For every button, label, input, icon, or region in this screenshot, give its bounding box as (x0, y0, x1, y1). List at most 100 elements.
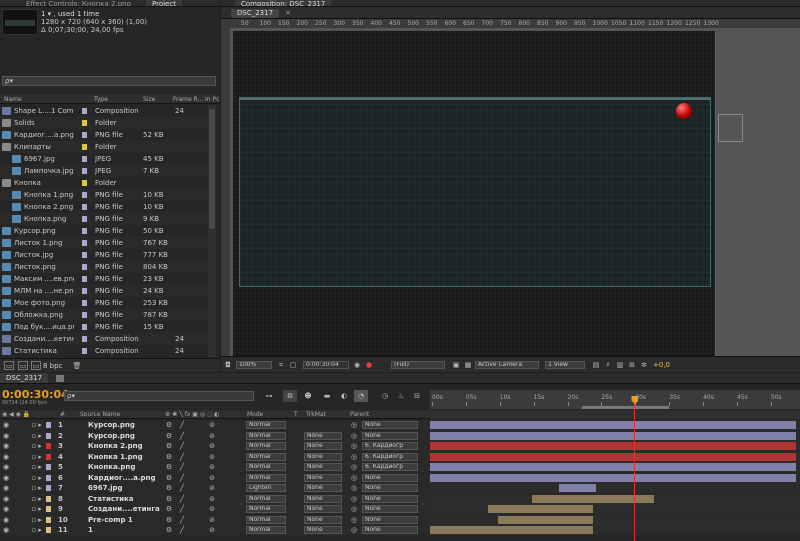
label-color-swatch[interactable] (82, 216, 87, 222)
layer-duration-bar[interactable] (430, 452, 796, 461)
camera-dropdown[interactable]: Active Camera (475, 361, 539, 369)
project-item[interactable]: Мое фото.png PNG file 253 KB (0, 297, 208, 309)
blend-mode-dropdown[interactable]: Normal (246, 442, 286, 450)
live-update-icon[interactable]: ♨ (394, 390, 408, 402)
layer-label-color[interactable] (46, 474, 51, 481)
trkmat-dropdown[interactable]: None (304, 431, 342, 440)
parent-dropdown[interactable]: None (362, 421, 418, 429)
bit-depth-button[interactable]: 8 bpc (43, 362, 62, 370)
shy-switch-icon[interactable]: ⚙ (165, 474, 173, 482)
trkmat-dropdown[interactable]: None (304, 515, 342, 524)
label-color-swatch[interactable] (82, 348, 87, 354)
layer-row[interactable]: ◉ ▫ ▸ 1 Курсор.png ⚙ ╱ ⊘ Normal ◎ None (0, 420, 800, 430)
parent-dropdown[interactable]: None (362, 526, 418, 534)
label-color-swatch[interactable] (82, 144, 87, 150)
trkmat-dropdown[interactable]: None (304, 484, 342, 492)
work-area-bar[interactable] (582, 406, 669, 409)
pickwhip-icon[interactable]: ◎ (350, 432, 358, 440)
layer-row[interactable]: ◉ ▫ ▸ 6 Кардиог....а.png ⚙ ╱ ⊘ Normal None ◎ None (0, 472, 800, 483)
motion-blur-switch-icon[interactable]: ⊘ (208, 432, 216, 440)
pickwhip-icon[interactable]: ◎ (350, 463, 358, 471)
layer-name[interactable]: 1 (88, 526, 163, 534)
pickwhip-icon[interactable]: ◎ (350, 516, 358, 524)
quality-switch-icon[interactable]: ╱ (178, 474, 186, 482)
eye-icon[interactable]: ◉ (2, 526, 10, 534)
motion-blur-switch-icon[interactable]: ⊘ (208, 484, 216, 492)
project-scrollbar[interactable] (208, 105, 216, 357)
tab-composition[interactable]: Composition: DSC_2317 (235, 0, 332, 6)
fast-preview-icon[interactable]: ⚡ (603, 360, 613, 370)
comp-viewer[interactable]: 50 100 150 200 250 300 350 400 450 500 550 600 650 70… (221, 19, 800, 356)
layer-row[interactable]: ◉ ▫ ▸ 5 Кнопка.png ⚙ ╱ ⊘ Normal None ◎ 6. Кардиогр (0, 462, 800, 472)
layer-label-color[interactable] (46, 422, 51, 428)
eye-icon[interactable]: ◉ (2, 453, 10, 461)
pickwhip-icon[interactable]: ◎ (350, 453, 358, 461)
motion-blur-switch-icon[interactable]: ⊘ (208, 516, 216, 524)
layer-track[interactable] (430, 504, 800, 514)
project-item[interactable]: Кардиог....а.png PNG file 52 KB (0, 129, 208, 141)
layer-duration-bar[interactable] (430, 442, 796, 450)
draft-3d-icon[interactable]: ⧉ (283, 390, 297, 402)
label-color-swatch[interactable] (82, 276, 87, 282)
layer-name[interactable]: Курсор.png (88, 421, 163, 429)
layer-track[interactable] (430, 462, 800, 472)
layer-duration-bar[interactable] (558, 484, 597, 492)
project-item[interactable]: Кнопка.png PNG file 9 KB (0, 213, 208, 225)
col-mode[interactable]: Mode (247, 411, 263, 418)
tab-effect-controls[interactable]: Effect Controls: Кнопка 2.png (20, 0, 137, 6)
expand-triangle-icon[interactable]: ▸ (37, 516, 43, 524)
parent-dropdown[interactable]: 6. Кардиогр (362, 442, 418, 450)
label-color-swatch[interactable] (82, 156, 87, 162)
blend-mode-dropdown[interactable]: Normal (246, 463, 286, 471)
eye-icon[interactable]: ◉ (2, 432, 10, 440)
col-name[interactable]: Name (4, 96, 22, 103)
trash-icon[interactable]: 🗑 (72, 361, 82, 370)
channel-icon[interactable]: ● (364, 360, 374, 370)
eye-icon[interactable]: ◉ (2, 516, 10, 524)
region-of-interest-icon[interactable]: ▣ (451, 360, 461, 370)
project-item[interactable]: Кнопка 1.png PNG file 10 KB (0, 189, 208, 201)
quality-switch-icon[interactable]: ╱ (178, 432, 186, 440)
project-item[interactable]: Статистика Composition 24 (0, 345, 208, 357)
project-item[interactable]: Листок.jpg PNG file 777 KB (0, 249, 208, 261)
motion-blur-switch-icon[interactable]: ⊘ (208, 495, 216, 503)
pickwhip-icon[interactable]: ◎ (350, 484, 358, 492)
label-color-swatch[interactable] (82, 168, 87, 174)
layer-bounding-box[interactable] (718, 114, 743, 142)
zoom-dropdown[interactable]: 100% (236, 361, 272, 369)
exposure-icon[interactable]: ✲ (639, 360, 649, 370)
layer-name[interactable]: 6967.jpg (88, 484, 163, 492)
brainstorm-icon[interactable]: ◔ (354, 390, 368, 402)
pickwhip-icon[interactable]: ◎ (350, 474, 358, 482)
project-item[interactable]: Создани....кетинга Composition 24 (0, 333, 208, 345)
layer-label-color[interactable] (46, 485, 51, 491)
eye-icon[interactable]: ◉ (2, 505, 10, 513)
layer-track[interactable] (430, 472, 800, 483)
tab-timeline-dsc-2317[interactable]: DSC_2317 (0, 373, 49, 383)
layer-track[interactable] (430, 451, 800, 462)
expand-triangle-icon[interactable]: ▸ (37, 526, 43, 534)
col-frame-rate[interactable]: Frame R... (173, 96, 203, 103)
layer-track[interactable] (430, 420, 800, 430)
blend-mode-dropdown[interactable]: Normal (246, 431, 286, 440)
mask-icon[interactable]: ▢ (288, 360, 298, 370)
expand-triangle-icon[interactable]: ▸ (37, 484, 43, 492)
label-color-swatch[interactable] (82, 264, 87, 270)
time-ruler[interactable]: 00s 05s 10s 15s 20s 25s 30s 35s 40s 45s 50s (430, 390, 800, 409)
label-color-swatch[interactable] (82, 300, 87, 306)
layer-track[interactable] (430, 441, 800, 451)
project-item[interactable]: Лампочка.jpg JPEG 7 KB (0, 165, 208, 177)
expand-triangle-icon[interactable]: ▸ (37, 463, 43, 471)
project-item[interactable]: Кнопка Folder (0, 177, 208, 189)
motion-blur-switch-icon[interactable]: ⊘ (208, 526, 216, 534)
col-type[interactable]: Type (94, 96, 108, 103)
pickwhip-icon[interactable]: ◎ (350, 526, 358, 534)
eye-icon[interactable]: ◉ (2, 421, 10, 429)
blend-mode-dropdown[interactable]: Normal (246, 494, 286, 503)
layer-name[interactable]: Статистика (88, 495, 163, 503)
col-in-point[interactable]: In Pc (205, 96, 219, 103)
project-search-input[interactable]: ρ▾ (2, 76, 216, 86)
layer-row[interactable]: ◉ ▫ ▸ 10 Pre-comp 1 ⚙ ╱ ⊘ Normal None ◎ None (0, 514, 800, 525)
parent-dropdown[interactable]: 6. Кардиогр (362, 452, 418, 461)
blend-mode-dropdown[interactable]: Normal (246, 515, 286, 524)
